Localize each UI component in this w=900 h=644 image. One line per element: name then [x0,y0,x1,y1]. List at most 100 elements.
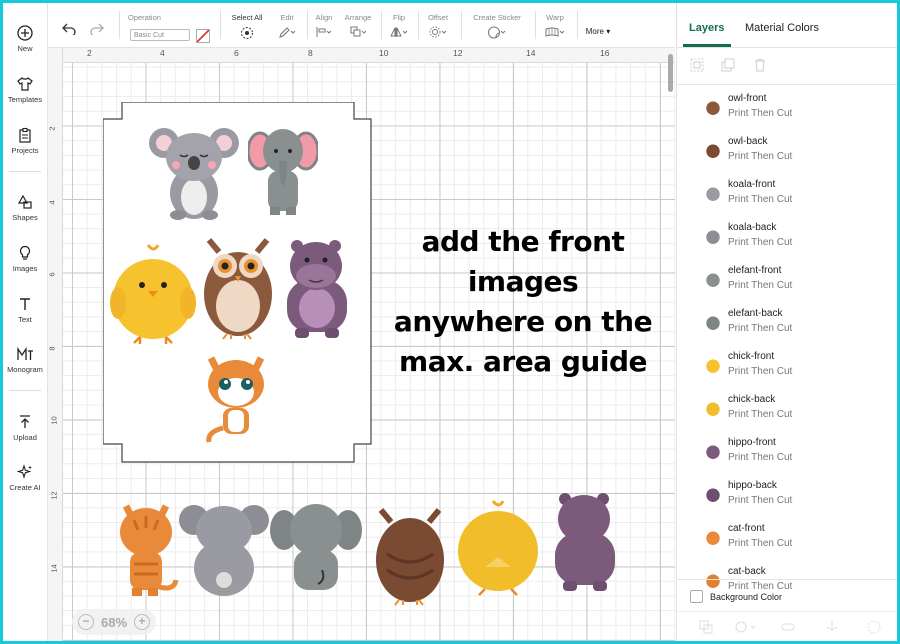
sidebar-item-templates[interactable]: Templates [3,76,47,104]
zoom-in-button[interactable]: + [134,614,150,630]
layer-actions [677,48,897,85]
create-sticker-button[interactable]: Create Sticker [466,13,528,41]
ruler-tick-label: 10 [379,48,389,58]
tab-material-colors[interactable]: Material Colors [745,22,819,34]
layer-item[interactable]: owl-back Print Then Cut [677,132,897,175]
layer-item[interactable]: owl-front Print Then Cut [677,89,897,132]
koala-front-image[interactable] [148,123,240,221]
ruler-tick-label: 2 [47,126,57,131]
layer-name: hippo-back [728,480,777,491]
elefant-back-image[interactable] [270,500,362,596]
select-all-icon [241,27,253,39]
warp-icon [545,27,565,37]
sidebar-item-shapes[interactable]: Shapes [3,194,47,222]
duplicate-icon[interactable] [721,58,735,72]
layer-thumbnail-icon [705,144,721,160]
trash-icon[interactable] [753,58,767,72]
vertical-scrollbar[interactable] [668,54,673,92]
layer-type: Print Then Cut [728,280,793,291]
select-all-label: Select All [231,13,263,22]
zoom-out-button[interactable]: − [78,614,94,630]
warp-button[interactable]: Warp [540,13,570,40]
arrange-button[interactable]: Arrange [341,13,375,40]
toolbar-divider [307,11,308,39]
contour-icon[interactable] [867,620,881,634]
undo-icon[interactable] [62,23,76,35]
sidebar-item-label: Create AI [9,483,41,492]
owl-front-image[interactable] [201,234,275,340]
ruler-tick-label: 14 [49,564,59,573]
ruler-tick-label: 6 [47,272,57,277]
panel-bottom-actions [677,611,897,641]
layer-name: hippo-front [728,437,776,448]
ruler-tick-label: 8 [308,48,313,58]
toolbar-divider [535,11,536,39]
layer-thumbnail-icon [705,359,721,375]
color-swatch[interactable] [196,29,210,43]
sidebar-item-label: Shapes [12,213,38,222]
layer-item[interactable]: chick-back Print Then Cut [677,390,897,433]
sidebar-item-new[interactable]: New [3,25,47,53]
sidebar-divider [9,390,41,391]
layer-item[interactable]: cat-front Print Then Cut [677,519,897,562]
flip-button[interactable]: Flip [386,13,412,40]
ruler-tick-label: 12 [49,491,59,500]
layer-item[interactable]: koala-front Print Then Cut [677,175,897,218]
owl-back-image[interactable] [373,504,447,606]
hippo-back-image[interactable] [545,489,625,595]
sidebar-item-images[interactable]: Images [3,245,47,273]
sidebar-item-projects[interactable]: Projects [3,127,47,155]
sidebar-item-text[interactable]: Text [3,296,47,324]
arrange-icon [350,26,367,37]
instruction-line: add the front images [421,225,625,298]
instruction-line: max. area guide [399,345,647,378]
sidebar-item-label: Images [12,264,38,273]
hippo-front-image[interactable] [277,236,357,342]
sidebar-item-label: Monogram [7,365,43,374]
align-button[interactable]: Align [311,13,337,40]
layer-item[interactable]: hippo-back Print Then Cut [677,476,897,519]
layer-type: Print Then Cut [728,323,793,334]
offset-button[interactable]: Offset [422,13,454,40]
attach-icon[interactable] [781,620,795,634]
sidebar-item-create-ai[interactable]: Create AI [3,464,47,492]
ruler-tick-label: 12 [453,48,463,58]
elefant-front-image[interactable] [248,121,318,219]
sidebar-item-upload[interactable]: Upload [3,414,47,442]
flatten-icon[interactable] [825,620,839,634]
sidebar-item-label: Projects [11,146,39,155]
background-color-checkbox[interactable] [690,590,703,603]
layer-thumbnail-icon [705,316,721,332]
more-button[interactable]: More ▾ [581,27,615,36]
sticker-icon [488,26,506,39]
layer-item[interactable]: hippo-front Print Then Cut [677,433,897,476]
layer-name: owl-front [728,93,767,104]
slice-icon[interactable] [699,620,713,634]
edit-button[interactable]: Edit [272,13,302,40]
layer-name: cat-front [728,523,765,534]
chick-front-image[interactable] [110,241,196,346]
koala-back-image[interactable] [178,500,270,598]
instruction-line: anywhere on the [393,305,653,338]
cat-back-image[interactable] [116,504,180,600]
layer-item[interactable]: elefant-front Print Then Cut [677,261,897,304]
text-icon [20,298,30,310]
layer-item[interactable]: elefant-back Print Then Cut [677,304,897,347]
layer-type: Print Then Cut [728,151,793,162]
background-color-row[interactable]: Background Color [677,579,897,610]
sidebar-item-monogram[interactable]: Monogram [3,346,47,374]
group-icon[interactable] [690,58,704,72]
design-canvas[interactable]: 2 4 6 8 10 12 14 16 2 4 6 8 10 12 14 add… [48,48,675,641]
layer-item[interactable]: koala-back Print Then Cut [677,218,897,261]
cat-front-image[interactable] [201,356,271,448]
tab-layers[interactable]: Layers [689,22,724,34]
redo-icon[interactable] [90,23,104,35]
layer-thumbnail-icon [705,230,721,246]
layer-name: owl-back [728,136,768,147]
combine-icon[interactable] [735,620,757,634]
chick-back-image[interactable] [455,497,541,597]
operation-select[interactable]: Basic Cut [130,29,190,41]
layer-thumbnail-icon [705,101,721,117]
select-all-button[interactable]: Select All [229,13,265,42]
layer-item[interactable]: chick-front Print Then Cut [677,347,897,390]
